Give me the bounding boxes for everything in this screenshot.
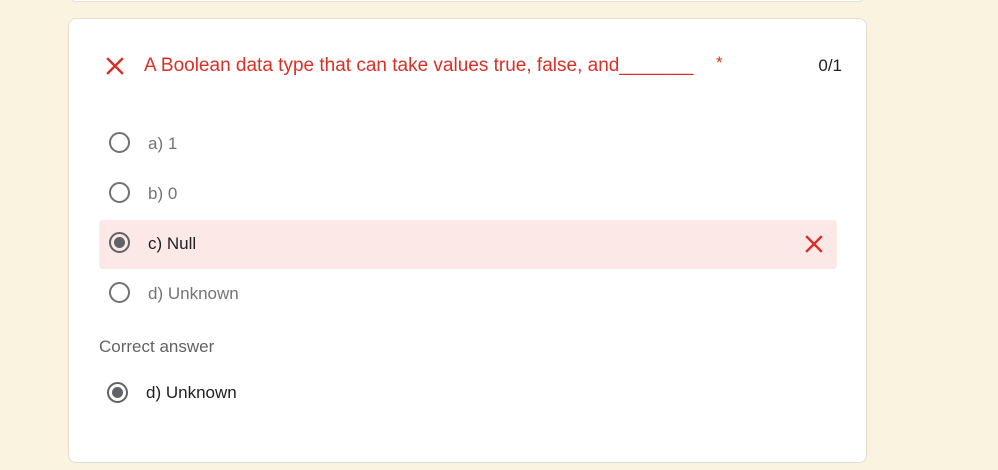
option-b[interactable]: b) 0 <box>99 170 837 219</box>
question-header: A Boolean data type that can take values… <box>104 53 842 79</box>
option-a[interactable]: a) 1 <box>99 120 837 169</box>
option-label: c) Null <box>148 234 197 253</box>
radio-button[interactable] <box>109 282 130 303</box>
close-icon <box>805 235 823 253</box>
radio-button-checked[interactable] <box>109 232 130 253</box>
option-label: d) Unknown <box>148 284 239 303</box>
question-score: 0/1 <box>818 56 842 75</box>
option-c-selected[interactable]: c) Null <box>99 220 837 269</box>
radio-button[interactable] <box>109 182 130 203</box>
required-asterisk: * <box>716 53 723 72</box>
previous-question-card <box>68 0 866 2</box>
option-d[interactable]: d) Unknown <box>99 270 837 319</box>
option-label: b) 0 <box>148 184 178 203</box>
correct-answer-option: d) Unknown <box>107 380 407 406</box>
radio-button[interactable] <box>109 132 130 153</box>
question-card: A Boolean data type that can take values… <box>68 18 867 463</box>
option-label: a) 1 <box>148 134 178 153</box>
close-icon <box>106 57 124 75</box>
correct-answer-heading: Correct answer <box>99 337 215 356</box>
correct-answer-label: d) Unknown <box>146 383 237 402</box>
question-title: A Boolean data type that can take values… <box>144 55 694 76</box>
radio-button-checked <box>107 382 128 403</box>
